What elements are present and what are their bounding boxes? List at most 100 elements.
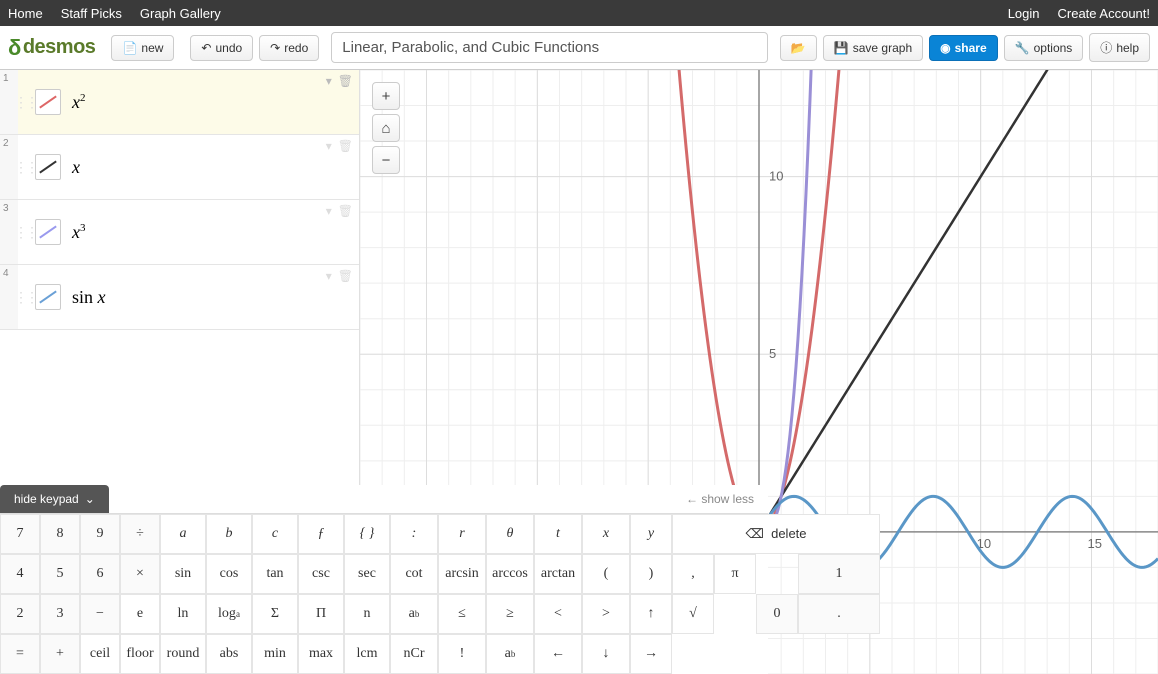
keypad-key[interactable]: ↓ — [582, 634, 630, 674]
expression-content[interactable]: x3 — [64, 200, 359, 264]
expression-row[interactable]: 2 x ▾🗑 — [0, 135, 359, 200]
keypad-key[interactable]: cos — [206, 554, 252, 594]
keypad-key[interactable]: ƒ — [298, 514, 344, 554]
keypad-key[interactable]: t — [534, 514, 582, 554]
keypad-key[interactable]: y — [630, 514, 672, 554]
zoom-out-button[interactable]: − — [372, 146, 400, 174]
keypad-key[interactable]: min — [252, 634, 298, 674]
keypad-key[interactable]: ) — [630, 554, 672, 594]
trash-icon[interactable]: 🗑 — [338, 269, 353, 283]
keypad-key[interactable]: b — [206, 514, 252, 554]
visibility-toggle[interactable] — [32, 265, 64, 329]
keypad-key[interactable]: a — [160, 514, 206, 554]
expression-content[interactable]: x — [64, 135, 359, 199]
keypad-key[interactable]: tan — [252, 554, 298, 594]
redo-button[interactable]: ↷redo — [259, 35, 319, 61]
keypad-key[interactable]: 8 — [40, 514, 80, 554]
trash-icon[interactable]: 🗑 — [338, 139, 353, 153]
graph-title-input[interactable] — [331, 32, 768, 63]
keypad-key[interactable]: ÷ — [120, 514, 160, 554]
nav-create-account[interactable]: Create Account! — [1058, 6, 1151, 21]
keypad-key[interactable]: sin — [160, 554, 206, 594]
keypad-key[interactable]: n — [344, 594, 390, 634]
keypad-key[interactable]: r — [438, 514, 486, 554]
keypad-key[interactable]: < — [534, 594, 582, 634]
keypad-key[interactable]: 7 — [0, 514, 40, 554]
keypad-key[interactable]: × — [120, 554, 160, 594]
keypad-key[interactable]: . — [798, 594, 880, 634]
keypad-key[interactable]: abs — [206, 634, 252, 674]
keypad-delete[interactable]: ⌫ delete — [672, 514, 880, 554]
keypad-key[interactable]: 2 — [0, 594, 40, 634]
keypad-key[interactable]: 3 — [40, 594, 80, 634]
keypad-key[interactable]: ceil — [80, 634, 120, 674]
expression-content[interactable]: x2 — [64, 70, 359, 134]
zoom-in-button[interactable]: + — [372, 82, 400, 110]
keypad-key[interactable]: , — [672, 554, 714, 594]
keypad-key[interactable]: round — [160, 634, 206, 674]
nav-home[interactable]: Home — [8, 6, 43, 21]
new-button[interactable]: 📄new — [111, 35, 174, 61]
undo-button[interactable]: ↶undo — [190, 35, 253, 61]
show-less-button[interactable]: ← show less — [686, 492, 768, 506]
keypad-key[interactable]: √ — [672, 594, 714, 634]
keypad-key[interactable]: ab — [486, 634, 534, 674]
keypad-key[interactable]: floor — [120, 634, 160, 674]
nav-staff-picks[interactable]: Staff Picks — [61, 6, 122, 21]
keypad-key[interactable]: loga — [206, 594, 252, 634]
chevron-down-icon[interactable]: ▾ — [326, 204, 332, 218]
hide-keypad-button[interactable]: hide keypad ⌄ — [0, 485, 109, 513]
trash-icon[interactable]: 🗑 — [338, 74, 353, 88]
keypad-key[interactable]: ! — [438, 634, 486, 674]
keypad-key[interactable]: ab — [390, 594, 438, 634]
keypad-key[interactable]: + — [40, 634, 80, 674]
visibility-toggle[interactable] — [32, 135, 64, 199]
keypad-key[interactable]: − — [80, 594, 120, 634]
share-button[interactable]: ◉ share — [929, 35, 998, 61]
options-button[interactable]: 🔧options — [1004, 35, 1084, 61]
keypad-key[interactable]: ← — [534, 634, 582, 674]
drag-handle-icon[interactable] — [18, 70, 32, 134]
keypad-key[interactable]: ( — [582, 554, 630, 594]
keypad-key[interactable]: Π — [298, 594, 344, 634]
keypad-key[interactable]: ↑ — [630, 594, 672, 634]
keypad-key[interactable]: arctan — [534, 554, 582, 594]
keypad-key[interactable]: ≥ — [486, 594, 534, 634]
keypad-key[interactable]: > — [582, 594, 630, 634]
keypad-key[interactable]: lcm — [344, 634, 390, 674]
expression-row[interactable]: 3 x3 ▾🗑 — [0, 200, 359, 265]
keypad-key[interactable]: { } — [344, 514, 390, 554]
keypad-key[interactable]: ln — [160, 594, 206, 634]
chevron-down-icon[interactable]: ▾ — [326, 269, 332, 283]
keypad-key[interactable]: cot — [390, 554, 438, 594]
keypad-key[interactable]: sec — [344, 554, 390, 594]
open-folder-button[interactable]: 📂 — [780, 35, 817, 61]
visibility-toggle[interactable] — [32, 200, 64, 264]
save-button[interactable]: 💾save graph — [823, 35, 923, 61]
home-button[interactable]: ⌂ — [372, 114, 400, 142]
keypad-key[interactable]: π — [714, 554, 756, 594]
nav-login[interactable]: Login — [1008, 6, 1040, 21]
keypad-key[interactable]: arcsin — [438, 554, 486, 594]
chevron-down-icon[interactable]: ▾ — [326, 139, 332, 153]
trash-icon[interactable]: 🗑 — [338, 204, 353, 218]
keypad-key[interactable]: nCr — [390, 634, 438, 674]
keypad-key[interactable]: arccos — [486, 554, 534, 594]
keypad-key[interactable]: = — [0, 634, 40, 674]
drag-handle-icon[interactable] — [18, 200, 32, 264]
expression-content[interactable]: sin x — [64, 265, 359, 329]
help-button[interactable]: ⓘhelp — [1089, 33, 1150, 62]
keypad-key[interactable]: 9 — [80, 514, 120, 554]
keypad-key[interactable]: ≤ — [438, 594, 486, 634]
keypad-key[interactable]: θ — [486, 514, 534, 554]
drag-handle-icon[interactable] — [18, 265, 32, 329]
keypad-key[interactable]: e — [120, 594, 160, 634]
keypad-key[interactable]: c — [252, 514, 298, 554]
keypad-key[interactable]: 4 — [0, 554, 40, 594]
keypad-key[interactable]: 0 — [756, 594, 798, 634]
keypad-key[interactable]: csc — [298, 554, 344, 594]
chevron-down-icon[interactable]: ▾ — [326, 74, 332, 88]
expression-row[interactable]: 1 x2 ▾🗑 — [0, 70, 359, 135]
drag-handle-icon[interactable] — [18, 135, 32, 199]
visibility-toggle[interactable] — [32, 70, 64, 134]
